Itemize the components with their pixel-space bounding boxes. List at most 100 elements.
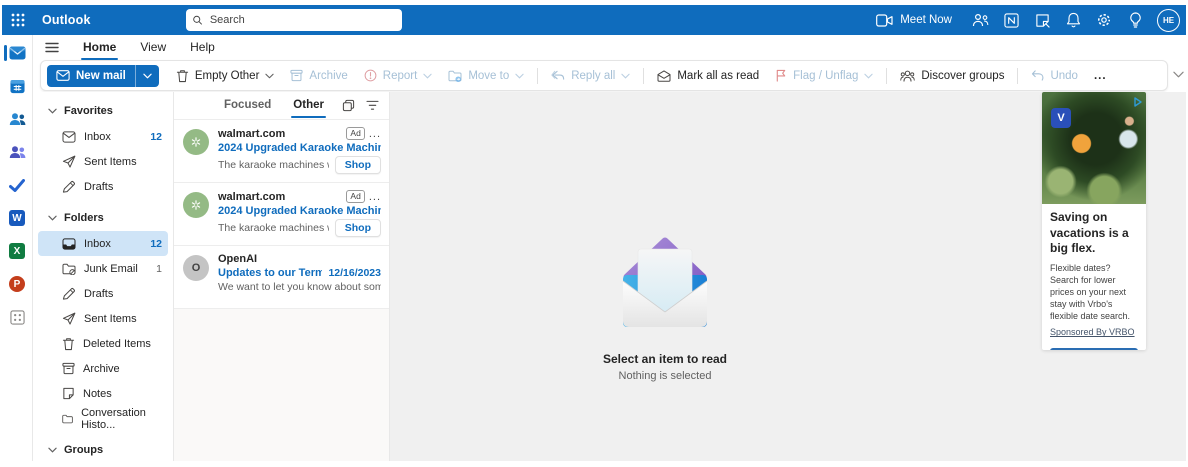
favorite-drafts[interactable]: Drafts — [38, 174, 168, 199]
select-messages-button[interactable] — [342, 99, 355, 112]
chevron-down-icon — [48, 447, 57, 453]
favorites-section-header[interactable]: Favorites — [33, 98, 173, 124]
search-input[interactable] — [207, 13, 396, 27]
ribbon: Home View Help New mail Empty Other Arch… — [33, 35, 1186, 92]
empty-other-button[interactable]: Empty Other — [169, 65, 282, 87]
chevron-down-icon — [143, 73, 152, 78]
message-more-button[interactable]: ... — [369, 128, 381, 139]
avatar-initial: O — [191, 262, 201, 274]
chevron-down-icon — [1173, 71, 1184, 78]
gear-icon — [1098, 14, 1110, 26]
message-preview: The karaoke machines with ly... — [218, 159, 329, 171]
draft-icon — [62, 181, 75, 193]
undo-button[interactable]: Undo — [1024, 65, 1085, 87]
inbox-icon — [62, 130, 76, 143]
ad-sponsored-link[interactable]: Sponsored By VRBO — [1050, 327, 1135, 337]
favorite-sent-items[interactable]: Sent Items — [38, 149, 168, 174]
tips-button[interactable] — [1126, 11, 1144, 29]
mail-read-icon — [657, 69, 671, 82]
flag-unflag-label: Flag / Unflag — [793, 69, 859, 82]
rail-mail-button[interactable] — [2, 43, 32, 63]
mark-all-as-read-button[interactable]: Mark all as read — [650, 65, 766, 87]
rail-powerpoint-button[interactable]: P — [2, 274, 32, 294]
chevron-down-icon — [48, 215, 57, 221]
folder-deleted-items[interactable]: Deleted Items — [38, 331, 168, 356]
walmart-spark-icon — [191, 137, 201, 147]
folder-drafts[interactable]: Drafts — [38, 281, 168, 306]
teams-button[interactable] — [971, 11, 989, 29]
new-mail-dropdown[interactable] — [134, 64, 159, 87]
folders-section-header[interactable]: Folders — [33, 205, 173, 231]
archive-label: Archive — [309, 69, 348, 82]
topbar-actions: Meet Now HE — [876, 5, 1180, 35]
undo-icon — [1032, 70, 1044, 81]
message-row[interactable]: O OpenAI Updates to our Terms ... 12/16/… — [174, 246, 389, 309]
favorite-inbox[interactable]: Inbox 12 — [38, 124, 168, 149]
folder-inbox[interactable]: Inbox 12 — [38, 231, 168, 256]
rail-calendar-button[interactable] — [2, 76, 32, 96]
folder-pane: Favorites Inbox 12 Sent Items Drafts Fol… — [33, 92, 173, 461]
rail-teams-button[interactable] — [2, 142, 32, 162]
filter-button[interactable] — [366, 100, 379, 111]
tab-help[interactable]: Help — [178, 37, 227, 57]
trash-icon — [176, 69, 188, 82]
settings-button[interactable] — [1095, 11, 1113, 29]
toolbar-overflow-button[interactable]: ... — [1087, 65, 1114, 87]
tab-home[interactable]: Home — [71, 37, 128, 60]
rail-todo-button[interactable] — [2, 175, 32, 195]
tab-focused[interactable]: Focused — [220, 92, 275, 119]
discover-groups-button[interactable]: Discover groups — [893, 65, 1011, 87]
folder-sent-items[interactable]: Sent Items — [38, 306, 168, 331]
folder-notes[interactable]: Notes — [38, 381, 168, 406]
move-folder-icon — [448, 70, 462, 82]
bell-icon — [1066, 12, 1080, 28]
search-box[interactable] — [186, 9, 402, 31]
rail-word-button[interactable]: W — [2, 208, 32, 228]
folder-label: Inbox — [84, 237, 111, 250]
account-avatar[interactable]: HE — [1157, 8, 1180, 32]
folder-label: Sent Items — [84, 155, 137, 168]
ad-body: Saving on vacations is a big flex. Flexi… — [1042, 204, 1146, 350]
reply-all-button[interactable]: Reply all — [544, 65, 637, 87]
ad-image[interactable]: V — [1042, 92, 1146, 204]
rail-excel-button[interactable]: X — [2, 241, 32, 261]
folder-label: Conversation Histo... — [81, 406, 146, 431]
message-more-button[interactable]: ... — [369, 191, 381, 202]
nav-toggle-button[interactable] — [33, 42, 71, 53]
notifications-button[interactable] — [1064, 11, 1082, 29]
onenote-button[interactable] — [1002, 11, 1020, 29]
tab-other[interactable]: Other — [289, 92, 328, 119]
ribbon-collapse-button[interactable] — [1173, 65, 1184, 83]
open-envelope-illustration — [622, 237, 708, 327]
shop-button[interactable]: Shop — [334, 156, 381, 174]
adchoices-icon[interactable] — [1133, 94, 1143, 112]
send-icon — [62, 312, 76, 325]
move-to-button[interactable]: Move to — [441, 65, 531, 87]
flag-unflag-button[interactable]: Flag / Unflag — [768, 65, 880, 87]
select-multiple-icon — [342, 99, 355, 112]
notes-button[interactable] — [1033, 11, 1051, 29]
folder-conversation-history[interactable]: Conversation Histo... — [38, 406, 168, 431]
app-launcher-button[interactable] — [2, 5, 34, 35]
unread-count: 12 — [150, 130, 162, 143]
flag-icon — [776, 69, 786, 82]
outlook-window: Outlook Meet Now — [0, 0, 1188, 467]
groups-section-header[interactable]: Groups — [33, 437, 173, 461]
report-button[interactable]: Report — [357, 65, 440, 87]
message-row[interactable]: walmart.com Ad ... 2024 Upgraded Karaoke… — [174, 183, 389, 246]
undo-label: Undo — [1050, 69, 1078, 82]
new-mail-button[interactable]: New mail — [47, 64, 159, 87]
folder-junk-email[interactable]: Junk Email 1 — [38, 256, 168, 281]
chevron-down-icon — [48, 108, 57, 114]
rail-people-button[interactable] — [2, 109, 32, 129]
book-now-button[interactable]: Book Now — [1050, 348, 1138, 350]
archive-button[interactable]: Archive — [283, 65, 354, 87]
message-row[interactable]: walmart.com Ad ... 2024 Upgraded Karaoke… — [174, 120, 389, 183]
rail-more-apps-button[interactable] — [2, 307, 32, 327]
tab-view[interactable]: View — [128, 37, 178, 57]
shop-button[interactable]: Shop — [334, 219, 381, 237]
draft-icon — [62, 288, 75, 300]
toolbar-divider — [537, 67, 539, 84]
folder-archive[interactable]: Archive — [38, 356, 168, 381]
meet-now-button[interactable]: Meet Now — [876, 13, 952, 27]
